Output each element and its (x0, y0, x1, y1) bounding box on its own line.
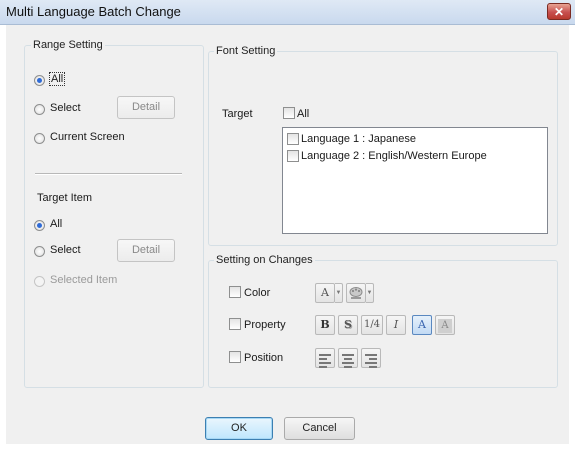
target-all-radio[interactable] (34, 220, 45, 231)
position-checkbox[interactable] (229, 351, 241, 363)
transparent-text-glyph: A (438, 319, 452, 333)
transparent-text-icon[interactable]: A (435, 315, 455, 335)
target-select-label[interactable]: Select (50, 244, 81, 256)
font-all-label[interactable]: All (297, 108, 309, 120)
range-current-screen-radio[interactable] (34, 133, 45, 144)
cancel-button[interactable]: Cancel (284, 417, 355, 440)
target-item-label: Target Item (37, 192, 93, 204)
italic-icon[interactable]: I (386, 315, 406, 335)
background-color-icon[interactable] (346, 283, 366, 303)
property-label[interactable]: Property (244, 319, 286, 331)
range-detail-button[interactable]: Detail (117, 96, 175, 119)
language-list[interactable]: Language 1 : Japanese Language 2 : Engli… (282, 127, 548, 234)
target-select-radio[interactable] (34, 246, 45, 257)
language-1-checkbox[interactable] (287, 133, 299, 145)
font-color-icon[interactable]: A (315, 283, 335, 303)
bold-icon[interactable]: B (315, 315, 335, 335)
shadow-text-icon[interactable]: S (338, 315, 358, 335)
language-1-label[interactable]: Language 1 : Japanese (301, 133, 416, 145)
fraction-icon[interactable]: 1/4 (361, 315, 383, 335)
title-bar[interactable]: Multi Language Batch Change ✕ (0, 0, 575, 25)
palette-icon (349, 287, 363, 299)
target-selected-item-label: Selected Item (50, 274, 118, 286)
range-setting-group (24, 45, 204, 388)
range-select-label[interactable]: Select (50, 102, 81, 114)
font-target-label: Target (222, 108, 253, 120)
range-all-radio[interactable] (34, 75, 45, 86)
font-setting-label: Font Setting (214, 45, 278, 57)
property-checkbox[interactable] (229, 318, 241, 330)
font-color-dropdown-icon[interactable]: ▼ (335, 283, 343, 303)
target-selected-item-radio[interactable] (34, 276, 45, 287)
range-setting-label: Range Setting (31, 39, 105, 51)
target-all-label[interactable]: All (50, 218, 62, 230)
close-icon[interactable]: ✕ (547, 3, 571, 20)
language-2-label[interactable]: Language 2 : English/Western Europe (301, 150, 487, 162)
target-detail-button[interactable]: Detail (117, 239, 175, 262)
align-left-icon[interactable] (315, 348, 335, 368)
ok-button[interactable]: OK (205, 417, 273, 440)
range-divider (35, 173, 182, 175)
color-label[interactable]: Color (244, 287, 270, 299)
range-select-radio[interactable] (34, 104, 45, 115)
position-label[interactable]: Position (244, 352, 283, 364)
setting-on-changes-label: Setting on Changes (214, 254, 315, 266)
window-title: Multi Language Batch Change (6, 4, 181, 19)
background-color-dropdown-icon[interactable]: ▼ (366, 283, 374, 303)
solid-text-icon[interactable]: A (412, 315, 432, 335)
range-current-screen-label[interactable]: Current Screen (50, 131, 125, 143)
font-all-checkbox[interactable] (283, 107, 295, 119)
align-center-icon[interactable] (338, 348, 358, 368)
align-right-icon[interactable] (361, 348, 381, 368)
color-checkbox[interactable] (229, 286, 241, 298)
range-all-label[interactable]: All (48, 72, 66, 86)
language-2-checkbox[interactable] (287, 150, 299, 162)
